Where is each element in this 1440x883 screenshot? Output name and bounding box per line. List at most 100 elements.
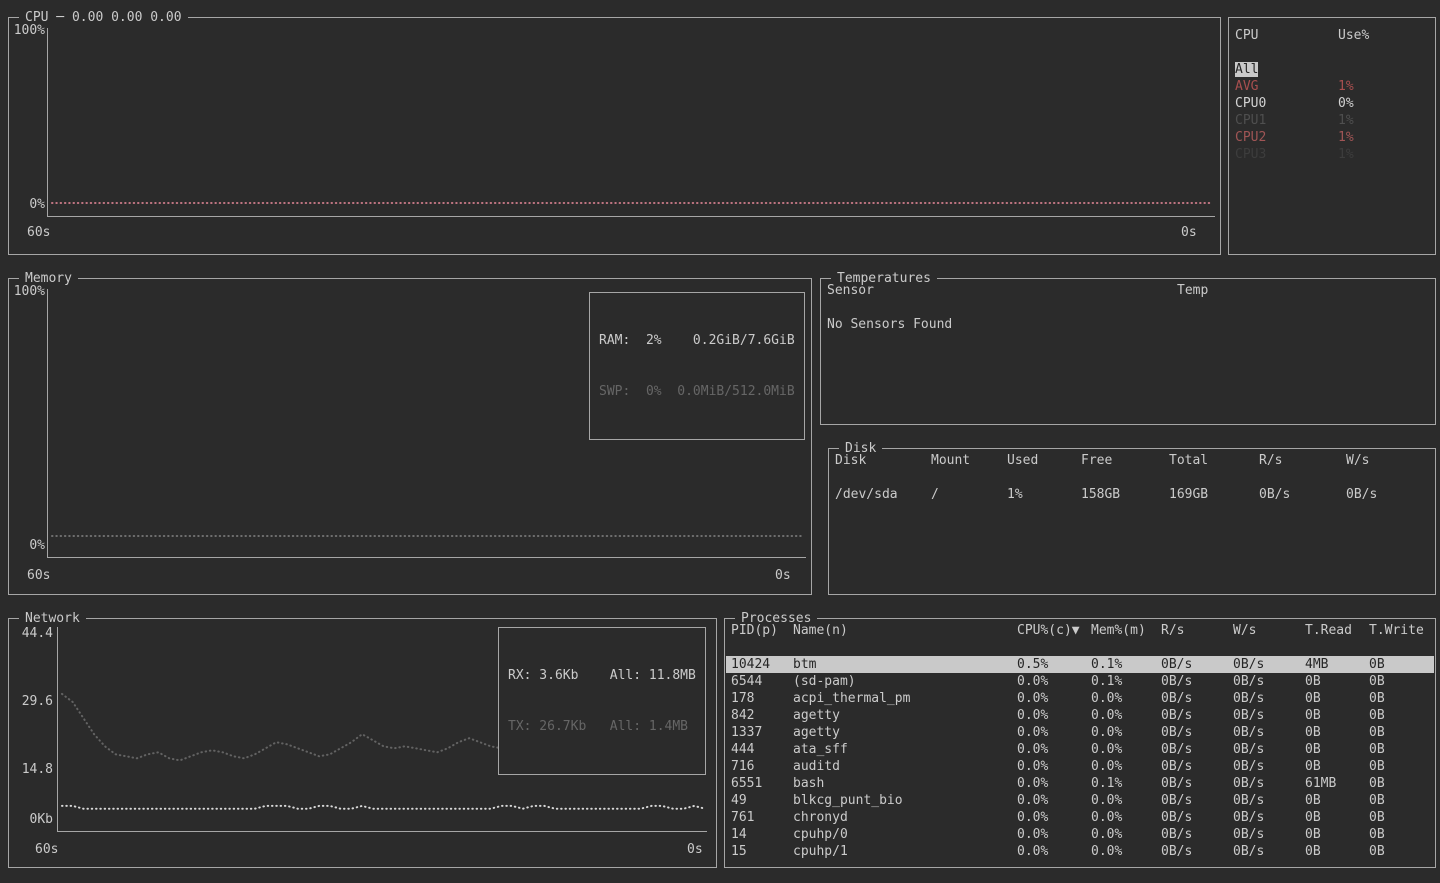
processes-panel[interactable]: Processes PID(p)Name(n)CPU%(c)▼Mem%(m)R/… [724, 618, 1436, 868]
cpu-usage-cell: 0% [1338, 95, 1354, 112]
process-cell: 0.0% [1091, 724, 1161, 741]
process-row[interactable]: 761chronyd0.0%0.0%0B/s0B/s0B0B [726, 809, 1434, 826]
memory-xleft-label: 60s [27, 567, 50, 584]
cpu-legend-panel[interactable]: CPU Use% AllAVG1%CPU00%CPU11%CPU21%CPU31… [1228, 17, 1436, 255]
process-row[interactable]: 178acpi_thermal_pm0.0%0.0%0B/s0B/s0B0B [726, 690, 1434, 707]
process-cell: 15 [731, 843, 793, 860]
cpu-legend-col-use: Use% [1338, 27, 1369, 44]
process-row[interactable]: 1337agetty0.0%0.0%0B/s0B/s0B0B [726, 724, 1434, 741]
process-sort-header[interactable]: PID(p) [731, 622, 793, 639]
process-cell: acpi_thermal_pm [793, 690, 1017, 707]
process-row[interactable]: 716auditd0.0%0.0%0B/s0B/s0B0B [726, 758, 1434, 775]
process-cell: 0B [1369, 656, 1434, 673]
process-cell: 178 [731, 690, 793, 707]
network-panel[interactable]: Network 44.4 29.6 14.8 0Kb 60s 0s RX: 3.… [8, 618, 717, 868]
memory-ymax-label: 100% [13, 283, 45, 300]
process-cell: 0B/s [1233, 707, 1305, 724]
network-ytick-44: 44.4 [11, 625, 53, 642]
process-cell: 0.0% [1017, 809, 1091, 826]
process-cell: 0.0% [1091, 707, 1161, 724]
network-xleft-label: 60s [35, 841, 58, 858]
cpu-xright-label: 0s [1181, 224, 1197, 241]
process-rows: 10424btm0.5%0.1%0B/s0B/s4MB0B6544(sd-pam… [726, 656, 1434, 860]
process-row[interactable]: 49blkcg_punt_bio0.0%0.0%0B/s0B/s0B0B [726, 792, 1434, 809]
process-cell: 0.0% [1017, 843, 1091, 860]
process-row[interactable]: 15cpuhp/10.0%0.0%0B/s0B/s0B0B [726, 843, 1434, 860]
disk-header-cell: Free [1081, 452, 1169, 469]
process-cell: 0.0% [1017, 690, 1091, 707]
process-cell: 0B [1305, 809, 1369, 826]
process-cell: 0.0% [1017, 724, 1091, 741]
process-cell: 0B [1369, 673, 1434, 690]
process-cell: 0B/s [1161, 656, 1233, 673]
disk-cell: 169GB [1169, 486, 1259, 503]
process-row[interactable]: 6551bash0.0%0.1%0B/s0B/s61MB0B [726, 775, 1434, 792]
disk-panel[interactable]: Disk DiskMountUsedFreeTotalR/sW/s /dev/s… [828, 448, 1436, 595]
process-cell: 0B [1369, 758, 1434, 775]
process-sort-header[interactable]: T.Read [1305, 622, 1369, 639]
process-cell: 14 [731, 826, 793, 843]
process-row[interactable]: 444ata_sff0.0%0.0%0B/s0B/s0B0B [726, 741, 1434, 758]
process-cell: 0B/s [1233, 843, 1305, 860]
process-cell: 0B [1369, 741, 1434, 758]
process-cell: 0.0% [1091, 741, 1161, 758]
network-tx-value: TX: 26.7Kb All: 1.4MB [508, 718, 696, 735]
memory-swap-value: SWP: 0% 0.0MiB/512.0MiB [599, 383, 795, 400]
cpu-panel[interactable]: CPU ─ 0.00 0.00 0.00 100% 0% 60s 0s [8, 17, 1221, 255]
process-cell: 0B [1369, 707, 1434, 724]
process-cell: 842 [731, 707, 793, 724]
process-sort-header[interactable]: W/s [1233, 622, 1305, 639]
process-cell: 0.0% [1091, 843, 1161, 860]
process-cell: 61MB [1305, 775, 1369, 792]
temperatures-col-temp: Temp [1177, 282, 1435, 299]
process-row[interactable]: 14cpuhp/00.0%0.0%0B/s0B/s0B0B [726, 826, 1434, 843]
disk-row[interactable]: /dev/sda/1%158GB169GB0B/s0B/s [829, 486, 1435, 503]
process-cell: bash [793, 775, 1017, 792]
process-cell: 0B/s [1161, 707, 1233, 724]
cpu-xleft-label: 60s [27, 224, 50, 241]
memory-legend-box: RAM: 2% 0.2GiB/7.6GiB SWP: 0% 0.0MiB/512… [589, 292, 805, 440]
cpu-name-cell: CPU1 [1235, 113, 1266, 128]
temperatures-panel[interactable]: Temperatures Sensor Temp No Sensors Foun… [820, 278, 1436, 425]
process-cell: 0.0% [1091, 826, 1161, 843]
network-graph-rx-line [62, 806, 705, 809]
process-cell: 0.0% [1017, 775, 1091, 792]
process-sort-header[interactable]: R/s [1161, 622, 1233, 639]
process-cell: 0.0% [1091, 809, 1161, 826]
cpu-legend-row-cpu1[interactable]: CPU11% [1235, 112, 1429, 129]
process-cell: 0B/s [1161, 809, 1233, 826]
cpu-legend-row-cpu3[interactable]: CPU31% [1235, 146, 1429, 163]
process-cell: 0B/s [1233, 656, 1305, 673]
process-sort-header[interactable]: CPU%(c)▼ [1017, 622, 1091, 639]
cpu-name-cell: All [1235, 62, 1258, 77]
process-cell: 0B [1305, 741, 1369, 758]
process-cell: 0B/s [1233, 809, 1305, 826]
process-cell: agetty [793, 707, 1017, 724]
process-cell: ata_sff [793, 741, 1017, 758]
process-sort-header[interactable]: Name(n) [793, 622, 1017, 639]
temperatures-header-row: Sensor Temp [821, 282, 1435, 299]
memory-panel[interactable]: Memory 100% 0% 60s 0s RAM: 2% 0.2GiB/7.6… [8, 278, 812, 595]
process-cell: 49 [731, 792, 793, 809]
cpu-name-cell: CPU0 [1235, 96, 1266, 111]
disk-header-cell: Total [1169, 452, 1259, 469]
cpu-legend-row-all[interactable]: All [1235, 61, 1429, 78]
cpu-legend-row-avg[interactable]: AVG1% [1235, 78, 1429, 95]
process-row[interactable]: 842agetty0.0%0.0%0B/s0B/s0B0B [726, 707, 1434, 724]
process-cell: 0B [1369, 809, 1434, 826]
cpu-legend-row-cpu0[interactable]: CPU0 0% [1235, 95, 1429, 112]
process-sort-header[interactable]: T.Write [1369, 622, 1435, 639]
memory-ymin-label: 0% [13, 537, 45, 554]
disk-header-cell: Used [1007, 452, 1081, 469]
process-cell: 6544 [731, 673, 793, 690]
memory-ram-value: RAM: 2% 0.2GiB/7.6GiB [599, 332, 795, 349]
process-row[interactable]: 6544(sd-pam)0.0%0.1%0B/s0B/s0B0B [726, 673, 1434, 690]
process-sort-header[interactable]: Mem%(m) [1091, 622, 1161, 639]
cpu-legend-row-cpu2[interactable]: CPU21% [1235, 129, 1429, 146]
process-cell: 0B [1305, 792, 1369, 809]
process-cell: 0B [1369, 826, 1434, 843]
process-cell: 0B [1305, 826, 1369, 843]
network-ytick-0: 0Kb [11, 811, 53, 828]
cpu-plot-area [47, 28, 1215, 217]
process-row[interactable]: 10424btm0.5%0.1%0B/s0B/s4MB0B [726, 656, 1434, 673]
